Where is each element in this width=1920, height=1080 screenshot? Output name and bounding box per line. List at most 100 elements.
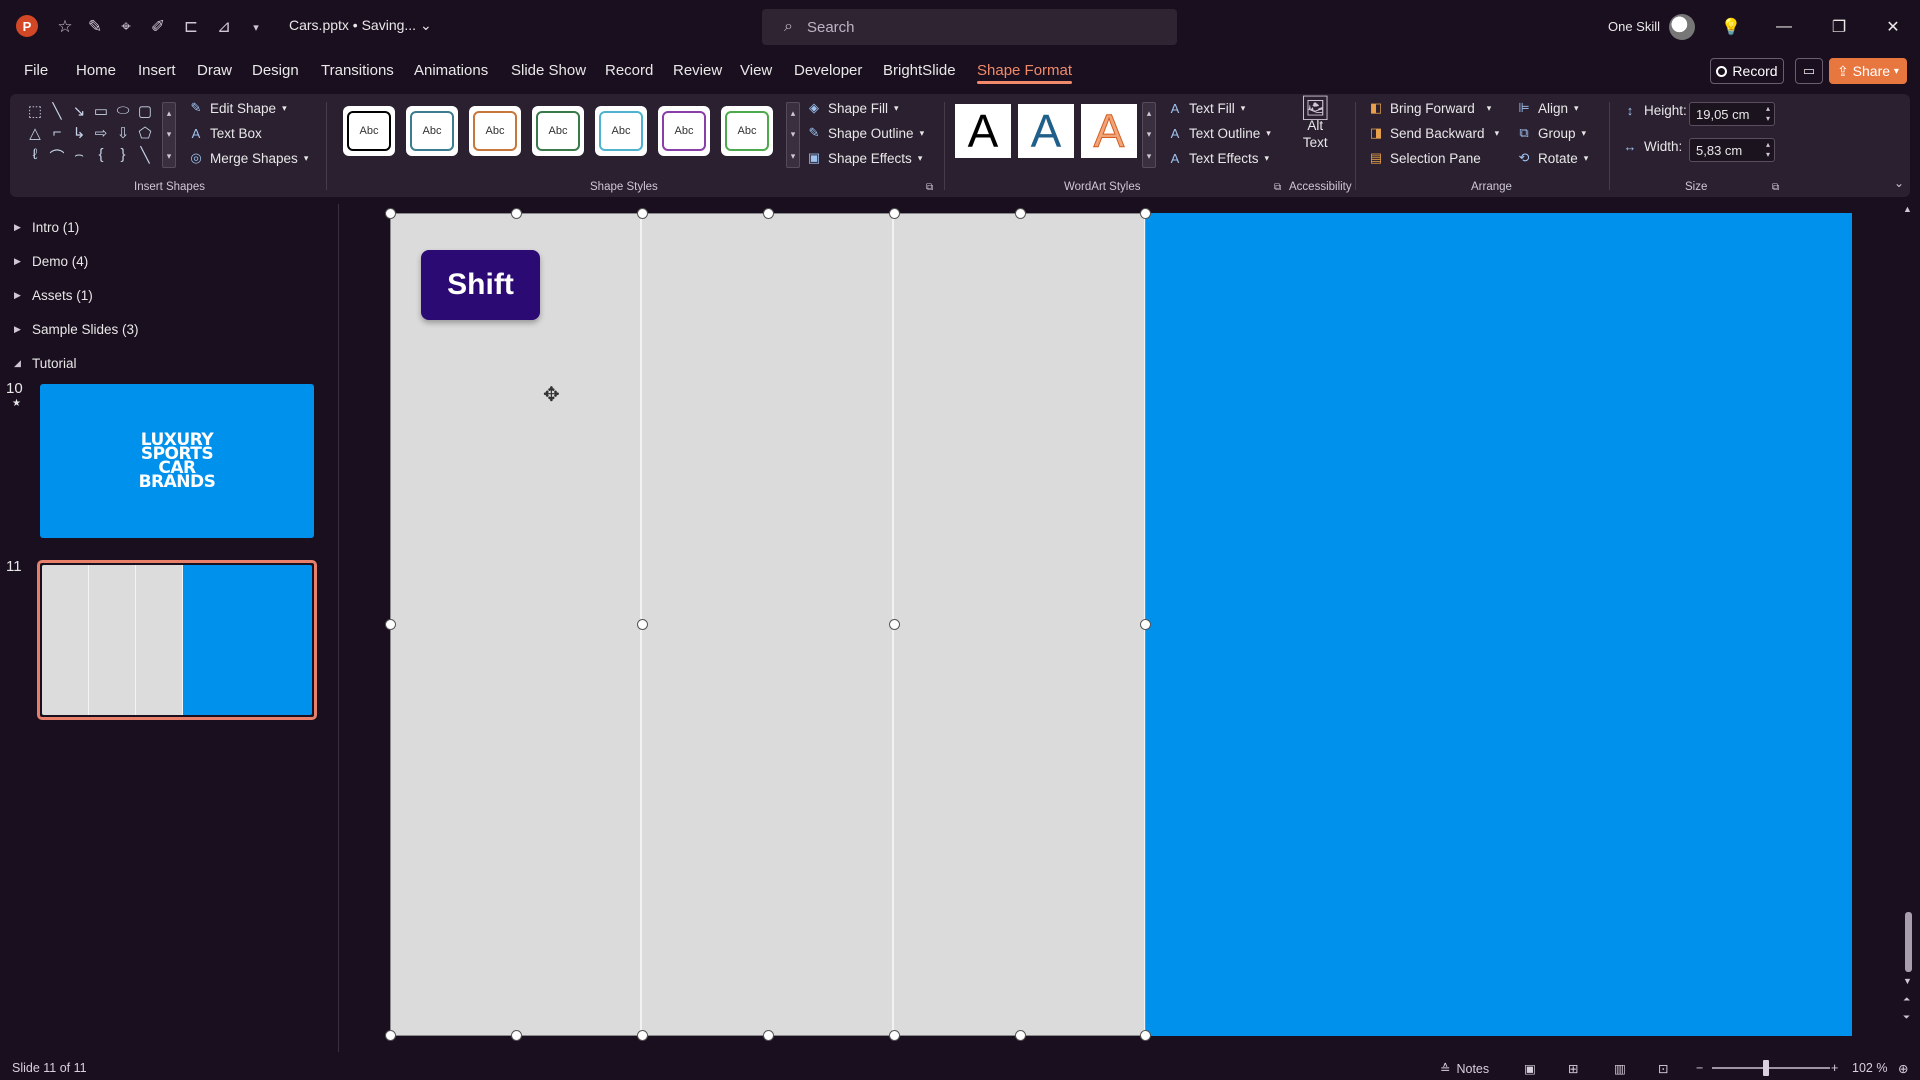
section-intro[interactable]: ▶ Intro (1): [14, 220, 79, 235]
shape-style-preset-3[interactable]: Abc: [469, 106, 521, 156]
minimize-icon[interactable]: —: [1771, 14, 1797, 40]
shape-style-preset-1[interactable]: Abc: [343, 106, 395, 156]
record-button[interactable]: Record: [1710, 58, 1784, 84]
textbox-shape-icon[interactable]: ⬚: [25, 102, 45, 120]
tab-insert[interactable]: Insert: [138, 62, 176, 79]
tab-home[interactable]: Home: [76, 62, 116, 79]
resize-handle[interactable]: [889, 1030, 900, 1041]
dialog-launcher-icon[interactable]: ⧉: [926, 182, 933, 193]
previous-slide-icon[interactable]: ⏶: [1903, 994, 1910, 1005]
resize-handle[interactable]: [385, 1030, 396, 1041]
width-spinner[interactable]: ▴ ▾: [1766, 140, 1770, 160]
tab-review[interactable]: Review: [673, 62, 722, 79]
section-assets[interactable]: ▶ Assets (1): [14, 288, 93, 303]
slide-canvas[interactable]: [390, 213, 1852, 1036]
right-arrow-shape-icon[interactable]: ⇨: [91, 124, 111, 142]
reading-view-icon[interactable]: ▥: [1614, 1061, 1626, 1076]
pen-icon[interactable]: ✎: [82, 14, 108, 40]
send-backward-button[interactable]: ◨ Send Backward ▾: [1368, 125, 1499, 141]
dialog-launcher-icon[interactable]: ⧉: [1772, 182, 1779, 193]
search-input[interactable]: ⌕ Search: [762, 9, 1177, 45]
avatar[interactable]: [1669, 14, 1695, 40]
panel-divider[interactable]: [338, 204, 339, 1052]
wordart-preset-3[interactable]: A: [1081, 104, 1137, 158]
merge-shapes-button[interactable]: ◎ Merge Shapes ▾: [188, 150, 308, 166]
next-slide-icon[interactable]: ⏷: [1903, 1012, 1910, 1023]
shape-style-preset-5[interactable]: Abc: [595, 106, 647, 156]
slide-thumbnail-10[interactable]: LUXURY SPORTS CAR BRANDS: [40, 384, 314, 538]
down-arrow-shape-icon[interactable]: ⇩: [113, 124, 133, 142]
section-tutorial[interactable]: ◢ Tutorial: [14, 356, 77, 371]
shape-style-preset-4[interactable]: Abc: [532, 106, 584, 156]
text-fill-button[interactable]: A Text Fill ▾: [1167, 100, 1246, 116]
autosave-icon[interactable]: ☆: [52, 14, 78, 40]
resize-handle[interactable]: [1015, 208, 1026, 219]
resize-handle[interactable]: [1140, 1030, 1151, 1041]
shape-style-preset-7[interactable]: Abc: [721, 106, 773, 156]
shape-effects-button[interactable]: ▣ Shape Effects ▾: [806, 150, 923, 166]
resize-handle[interactable]: [511, 208, 522, 219]
resize-handle[interactable]: [889, 208, 900, 219]
rounded-rect-shape-icon[interactable]: ▢: [135, 102, 155, 120]
zoom-slider[interactable]: [1712, 1067, 1830, 1069]
tab-transitions[interactable]: Transitions: [321, 62, 394, 79]
alt-text-button[interactable]: 🖼 Alt Text: [1300, 97, 1330, 151]
user-name[interactable]: One Skill: [1608, 19, 1660, 34]
shape-outline-button[interactable]: ✎ Shape Outline ▾: [806, 125, 925, 141]
scrollbar-thumb[interactable]: [1905, 912, 1912, 972]
tab-draw[interactable]: Draw: [197, 62, 232, 79]
pentagon-shape-icon[interactable]: ⬠: [135, 124, 155, 142]
resize-handle[interactable]: [637, 1030, 648, 1041]
section-sample-slides[interactable]: ▶ Sample Slides (3): [14, 322, 139, 337]
left-brace-icon[interactable]: {: [91, 146, 111, 163]
shift-key-label[interactable]: Shift: [421, 250, 540, 320]
connector-icon[interactable]: ↳: [69, 124, 89, 142]
section-demo[interactable]: ▶ Demo (4): [14, 254, 88, 269]
line-shape-icon[interactable]: ╲: [47, 102, 67, 120]
scroll-up-icon[interactable]: ▲: [1903, 204, 1912, 214]
collapse-ribbon-icon[interactable]: ⌄: [1894, 176, 1904, 190]
lightbulb-icon[interactable]: 💡: [1718, 14, 1744, 40]
resize-handle[interactable]: [511, 1030, 522, 1041]
freeform-shape-icon[interactable]: ℓ: [25, 146, 45, 163]
shapes-icon[interactable]: ✐: [145, 14, 171, 40]
share-button[interactable]: ⇪ Share ▾: [1829, 58, 1907, 84]
tab-design[interactable]: Design: [252, 62, 299, 79]
height-spinner[interactable]: ▴ ▾: [1766, 104, 1770, 124]
fit-to-window-icon[interactable]: ⊕: [1898, 1061, 1908, 1076]
zoom-in-icon[interactable]: +: [1831, 1061, 1838, 1075]
normal-view-icon[interactable]: ▣: [1524, 1061, 1536, 1076]
resize-handle[interactable]: [889, 619, 900, 630]
crop-icon[interactable]: ⊿: [211, 14, 237, 40]
resize-handle[interactable]: [1140, 208, 1151, 219]
shape-fill-button[interactable]: ◈ Shape Fill ▾: [806, 100, 899, 116]
arc-shape-icon[interactable]: ⌒: [47, 146, 67, 167]
resize-handle[interactable]: [1140, 619, 1151, 630]
wordart-preset-1[interactable]: A: [955, 104, 1011, 158]
tab-view[interactable]: View: [740, 62, 772, 79]
vertical-scrollbar[interactable]: ▲ ▼ ⏶ ⏷: [1902, 204, 1916, 1034]
shape-style-preset-6[interactable]: Abc: [658, 106, 710, 156]
resize-handle[interactable]: [1015, 1030, 1026, 1041]
wordart-preset-2[interactable]: A: [1018, 104, 1074, 158]
shapes-gallery[interactable]: ⬚ ╲ ↘ ▭ ⬭ ▢ △ ⌐ ↳ ⇨ ⇩ ⬠ ℓ ⌒ ⌢ { } ╲: [25, 102, 175, 168]
rotate-button[interactable]: ⟲ Rotate ▾: [1516, 150, 1589, 166]
rectangle-shape-icon[interactable]: ▭: [91, 102, 111, 120]
tab-developer[interactable]: Developer: [794, 62, 862, 79]
curve-shape-icon[interactable]: ⌢: [69, 146, 89, 163]
tab-brightslide[interactable]: BrightSlide: [883, 62, 956, 79]
slide-sorter-icon[interactable]: ⊞: [1568, 1061, 1578, 1076]
shapes-gallery-scroll[interactable]: ▴ ▾ ▾: [162, 102, 176, 168]
resize-handle[interactable]: [637, 208, 648, 219]
notes-button[interactable]: ≙ Notes: [1440, 1061, 1489, 1077]
gray-panel-2[interactable]: [642, 213, 894, 1036]
tab-file[interactable]: File: [24, 62, 48, 79]
restore-icon[interactable]: ❐: [1826, 14, 1852, 40]
arrow-line-shape-icon[interactable]: ↘: [69, 102, 89, 120]
zoom-slider-thumb[interactable]: [1763, 1060, 1769, 1076]
align-button[interactable]: ⊫ Align ▾: [1516, 100, 1578, 116]
resize-handle[interactable]: [763, 208, 774, 219]
dialog-launcher-icon[interactable]: ⧉: [1274, 182, 1281, 193]
group-button[interactable]: ⧉ Group ▾: [1516, 125, 1586, 141]
shape-styles-scroll[interactable]: ▴ ▾ ▾: [786, 102, 800, 168]
